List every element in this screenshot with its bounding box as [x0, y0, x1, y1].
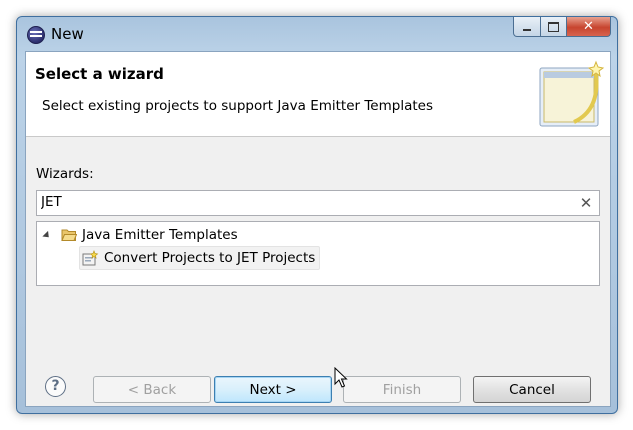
tree-node-label: Convert Projects to JET Projects — [104, 250, 316, 266]
filter-field[interactable]: ✕ — [36, 190, 600, 216]
finish-button[interactable]: Finish — [343, 376, 461, 403]
back-button[interactable]: < Back — [93, 376, 211, 403]
tree-node-label: Java Emitter Templates — [82, 227, 238, 243]
minimize-button[interactable] — [513, 17, 541, 37]
close-button[interactable]: ✕ — [567, 17, 611, 37]
next-button[interactable]: Next > — [214, 376, 332, 403]
new-wizard-window: New ✕ Select a wizard Select existing pr… — [16, 16, 618, 414]
header-description: Select existing projects to support Java… — [42, 98, 433, 114]
eclipse-icon — [27, 26, 45, 44]
clear-filter-icon[interactable]: ✕ — [579, 194, 593, 212]
convert-wizard-icon — [82, 249, 99, 265]
wizard-tree: Java Emitter Templates Convert Projects … — [36, 221, 600, 286]
wizard-header: Select a wizard Select existing projects… — [26, 52, 610, 137]
maximize-icon — [548, 21, 559, 32]
close-icon: ✕ — [583, 19, 594, 34]
expand-collapse-icon[interactable] — [42, 230, 52, 240]
maximize-button[interactable] — [541, 17, 567, 37]
wizard-banner-icon — [539, 60, 605, 127]
mouse-cursor-icon — [334, 367, 348, 388]
folder-open-icon — [61, 229, 77, 241]
cancel-button[interactable]: Cancel — [473, 376, 591, 403]
caption-buttons: ✕ — [513, 17, 611, 37]
wizards-label: Wizards: — [36, 166, 94, 182]
title-bar[interactable]: New ✕ — [17, 17, 617, 51]
tree-node-java-emitter-templates[interactable]: Java Emitter Templates — [42, 224, 238, 246]
window-title: New — [51, 25, 84, 43]
dialog-body: Select a wizard Select existing projects… — [25, 51, 611, 407]
tree-node-convert-projects[interactable]: Convert Projects to JET Projects — [79, 246, 321, 270]
filter-input[interactable] — [41, 193, 561, 211]
header-title: Select a wizard — [35, 65, 164, 83]
minimize-icon — [523, 28, 531, 31]
help-icon[interactable]: ? — [45, 376, 66, 397]
